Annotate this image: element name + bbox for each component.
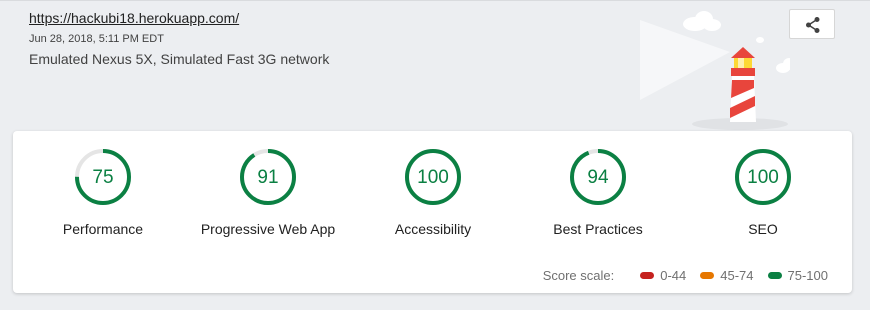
gauge-score: 94 xyxy=(587,167,609,188)
scale-item-average: 45-74 xyxy=(700,268,754,283)
share-icon xyxy=(806,17,820,33)
gauge-score: 91 xyxy=(257,167,279,188)
gauge-score: 75 xyxy=(92,167,114,188)
share-button[interactable] xyxy=(789,9,835,39)
gauge-label: Progressive Web App xyxy=(200,221,336,237)
gauge-accessibility[interactable]: 100 Accessibility xyxy=(353,147,513,237)
gauge-best-practices[interactable]: 94 Best Practices xyxy=(518,147,678,237)
lighthouse-icon xyxy=(620,0,795,130)
scale-item-fail: 0-44 xyxy=(640,268,686,283)
scale-item-label: 0-44 xyxy=(660,268,687,283)
score-scale-title: Score scale: xyxy=(542,268,615,283)
gauge-label: Accessibility xyxy=(394,221,472,237)
gauge-label: SEO xyxy=(748,221,778,237)
report-timestamp: Jun 28, 2018, 5:11 PM EDT xyxy=(29,33,164,45)
scale-item-label: 45-74 xyxy=(720,268,754,283)
score-scale-legend: Score scale: 0-44 45-74 75-100 xyxy=(543,268,828,283)
pass-swatch xyxy=(767,272,782,279)
fail-swatch xyxy=(640,272,655,279)
gauge-score: 100 xyxy=(417,167,449,188)
gauge-score: 100 xyxy=(747,167,779,188)
gauge-seo[interactable]: 100 SEO xyxy=(683,147,843,237)
scale-item-pass: 75-100 xyxy=(767,268,828,283)
gauge-label: Performance xyxy=(62,221,144,237)
scores-card: 75 Performance 91 Progressive Web App 100 Acc… xyxy=(13,131,852,293)
scale-item-label: 75-100 xyxy=(787,268,828,283)
gauge-label: Best Practices xyxy=(553,221,643,237)
environment-info: Emulated Nexus 5X, Simulated Fast 3G net… xyxy=(29,51,330,67)
gauge-pwa[interactable]: 91 Progressive Web App xyxy=(188,147,348,237)
gauge-performance[interactable]: 75 Performance xyxy=(23,147,183,237)
report-url-link[interactable]: https://hackubi18.herokuapp.com/ xyxy=(29,10,239,26)
average-swatch xyxy=(700,272,715,279)
